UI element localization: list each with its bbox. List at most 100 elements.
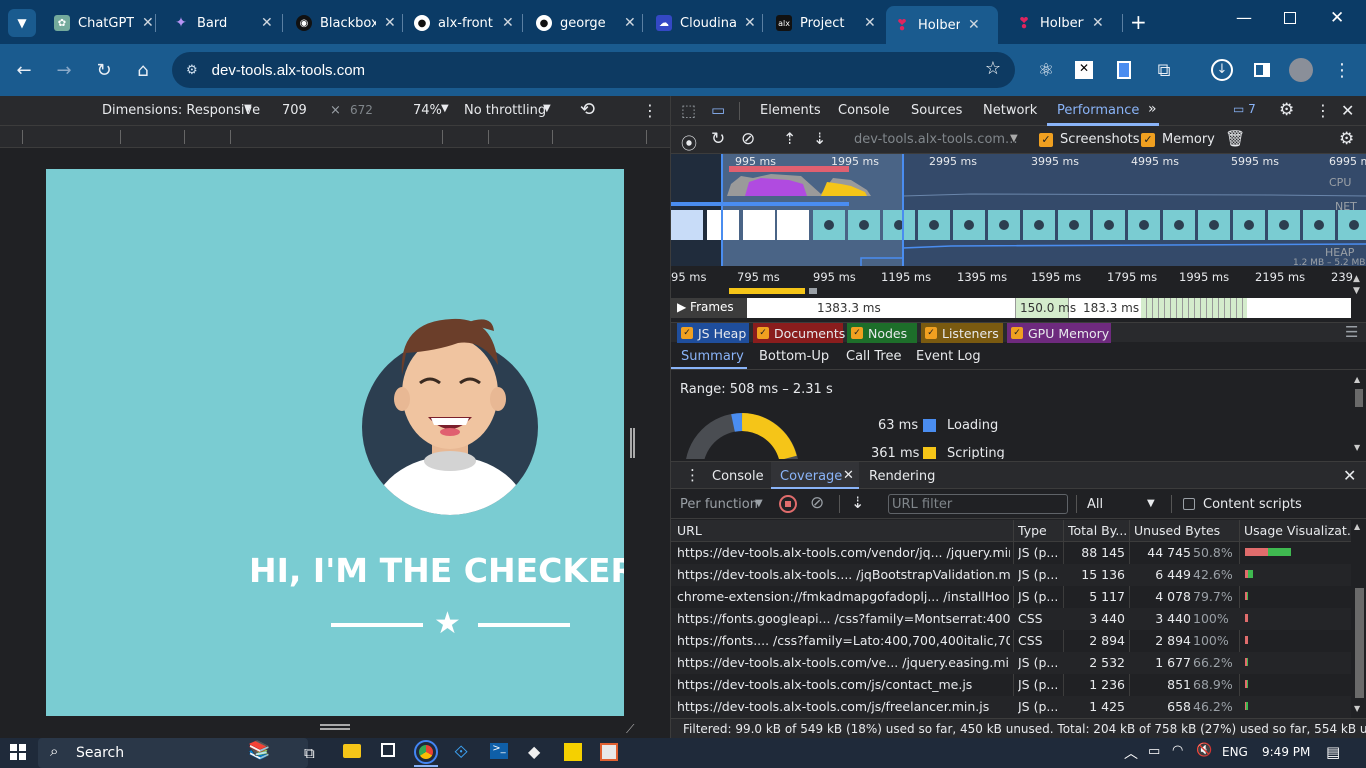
bookmark-star-icon[interactable]: ☆ [985,58,1001,79]
avatar[interactable] [1289,58,1313,82]
close-icon[interactable]: ✕ [864,15,876,31]
column-header[interactable]: Unused Bytes [1134,523,1220,538]
issues-badge[interactable]: ▭ 7 [1233,102,1256,116]
tab-sources[interactable]: Sources [911,103,962,118]
tab-alx-front[interactable]: ● alx-front ✕ [406,8,522,38]
extension-react-icon[interactable]: ⚛ [1034,58,1058,82]
notifications-icon[interactable]: ▤ [1326,743,1340,761]
download-icon[interactable]: ↓ [1210,58,1234,82]
close-icon[interactable]: ✕ [744,15,756,31]
content-scripts-checkbox[interactable] [1183,498,1195,510]
tab-cloudinary[interactable]: ☁ Cloudinary ✕ [648,8,764,38]
coverage-scrollbar[interactable]: ▲ ▼ [1352,520,1366,716]
table-row[interactable]: chrome-extension://fmkadmapgofadoplj... … [671,586,1351,608]
rotate-icon[interactable]: ⟲ [580,99,595,120]
site-info-icon[interactable]: ⚙ [186,63,198,78]
url-filter-input[interactable]: URL filter [888,494,1068,514]
memory-checkbox[interactable]: ✓ [1141,133,1155,147]
width-input[interactable]: 709 [282,103,307,118]
tab-bard[interactable]: ✦ Bard ✕ [165,8,281,38]
frames-label[interactable]: ▶ Frames [677,300,734,314]
powershell-icon[interactable]: >_ [490,743,508,759]
table-row[interactable]: https://dev-tools.alx-tools.com/ve... /j… [671,652,1351,674]
column-header[interactable]: Usage Visualizat... [1244,523,1350,538]
close-icon[interactable]: ✕ [1092,15,1104,31]
inspect-icon[interactable]: ⬚ [681,101,696,120]
close-icon[interactable]: ✕ [1341,101,1354,120]
tab-console[interactable]: Console [838,103,890,118]
vscode-icon[interactable]: ⟐ [454,742,468,763]
tab-rendering[interactable]: Rendering [869,469,935,484]
counter-checkbox[interactable]: ✓ [757,327,769,339]
garbage-collect-icon[interactable]: 🗑 [1225,129,1245,148]
range-handle-right[interactable] [902,154,904,266]
column-header[interactable]: URL [677,523,702,538]
record-icon[interactable]: ⦿ [681,130,697,154]
taskbar-search[interactable]: ⌕ Search 📚 [38,738,308,768]
scroll-down-icon[interactable]: ▼ [1353,286,1360,296]
tab-coverage[interactable]: Coverage [780,469,842,484]
clear-icon[interactable]: ⊘ [741,129,755,149]
tab-chatgpt[interactable]: ✿ ChatGPT ✕ [46,8,162,38]
counter-toggle[interactable]: ✓ JS Heap [677,323,749,343]
counter-toggle[interactable]: ✓ Nodes [847,323,917,343]
more-options-icon[interactable]: ⋮ [1315,101,1331,120]
forward-button[interactable]: → [52,58,76,82]
tab-network[interactable]: Network [983,103,1037,118]
download-icon[interactable]: ⇣ [813,129,826,148]
tab-event-log[interactable]: Event Log [916,349,981,364]
resize-corner-icon[interactable]: ⟋ [626,722,634,737]
close-icon[interactable]: ✕ [502,15,514,31]
column-header[interactable]: Type [1018,523,1047,538]
restore-button[interactable] [1284,12,1296,24]
counter-checkbox[interactable]: ✓ [681,327,693,339]
export-icon[interactable]: ⇣ [851,493,864,512]
type-filter-select[interactable]: All [1087,497,1103,512]
language-indicator[interactable]: ENG [1222,745,1248,759]
table-row[interactable]: https://dev-tools.alx-tools.com/js/conta… [671,674,1351,696]
task-view-icon[interactable]: ⧉ [304,744,315,762]
counter-checkbox[interactable]: ✓ [925,327,937,339]
close-icon[interactable]: ✕ [968,17,980,33]
upload-icon[interactable]: ⇡ [783,129,796,148]
stop-record-icon[interactable] [779,495,797,513]
table-row[interactable]: https://fonts.... /css?family=Lato:400,7… [671,630,1351,652]
more-tabs-icon[interactable]: » [1148,101,1157,117]
new-tab-button[interactable]: + [1130,10,1147,34]
windows-start-icon[interactable] [10,744,26,760]
counter-toggle[interactable]: ✓ Documents [753,323,845,343]
side-panel-icon[interactable] [1250,58,1274,82]
table-row[interactable]: https://dev-tools.alx-tools.... /jqBoots… [671,564,1351,586]
sticky-notes-icon[interactable] [564,743,582,761]
close-icon[interactable]: ✕ [384,15,396,31]
tab-project[interactable]: alx Project ✕ [768,8,884,38]
file-explorer-icon[interactable] [343,744,361,758]
settings-gear-icon[interactable]: ⚙ [1279,100,1294,120]
timeline-overview[interactable]: 995 ms 1995 ms 2995 ms 3995 ms 4995 ms 5995 m… [671,154,1366,268]
close-icon[interactable]: ✕ [843,468,854,483]
tab-blackbox[interactable]: ◉ Blackbox ✕ [288,8,404,38]
clear-icon[interactable]: ⊘ [810,493,824,513]
tab-performance[interactable]: Performance [1057,103,1139,118]
more-options-icon[interactable]: ⋮ [642,101,658,120]
home-button[interactable]: ⌂ [131,58,155,82]
column-header[interactable]: Total By... [1068,523,1127,538]
scroll-up-icon[interactable]: ▲ [1353,274,1360,284]
wifi-icon[interactable]: ◠ [1172,743,1183,758]
counter-toggle[interactable]: ✓ GPU Memory [1007,323,1111,343]
url-text[interactable]: dev-tools.alx-tools.com [212,62,365,79]
reload-record-icon[interactable]: ↻ [711,129,725,149]
table-row[interactable]: https://dev-tools.alx-tools.com/vendor/j… [671,542,1351,564]
chevron-up-icon[interactable]: ︿ [1124,743,1138,763]
range-handle-left[interactable] [721,154,723,266]
close-icon[interactable]: ✕ [624,15,636,31]
chrome-icon[interactable] [414,740,438,764]
menu-icon[interactable]: ⋮ [1330,58,1354,82]
tab-holberton-active[interactable]: ❣ Holberton ✕ [886,6,998,44]
extension-icon[interactable]: ✕ [1072,58,1096,82]
capture-settings-gear-icon[interactable]: ⚙ [1339,129,1354,149]
table-row[interactable]: https://fonts.googleapi... /css?family=M… [671,608,1351,630]
recording-select[interactable]: dev-tools.alx-tools.com... [854,132,1017,147]
height-input[interactable]: 672 [350,103,373,117]
volume-icon[interactable]: 🔇 [1196,743,1212,758]
